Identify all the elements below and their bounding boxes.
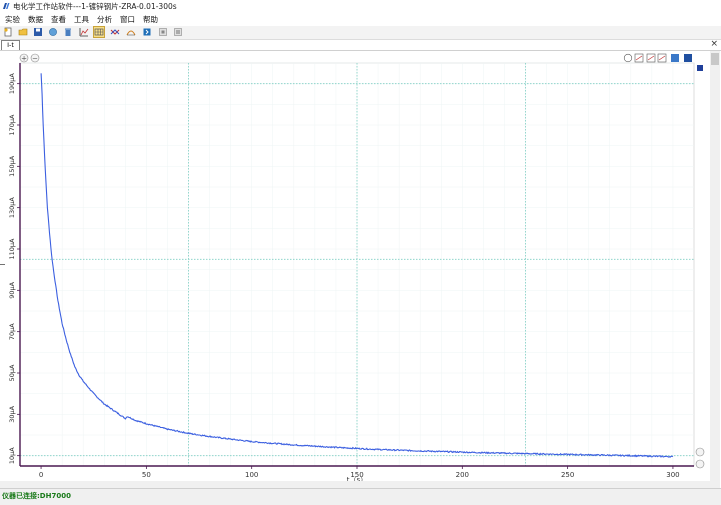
connection-status: 仪器已连接:DH7000: [2, 492, 71, 500]
menu-experiment[interactable]: 实验: [5, 14, 20, 25]
y-axis-label: I: [0, 263, 7, 265]
y-tick-label: 190μA: [8, 73, 16, 95]
save-icon[interactable]: [33, 27, 43, 37]
tab-strip: I-t ×: [0, 40, 721, 50]
menu-data[interactable]: 数据: [28, 14, 43, 25]
delete-icon[interactable]: [63, 27, 73, 37]
vertical-scroll-thumb[interactable]: [711, 53, 719, 65]
y-tick-label: 90μA: [8, 281, 16, 298]
y-tick-label: 30μA: [8, 405, 16, 422]
plot-panel: 0 50 100 150 200 250 300 10μA 30μA 50μA 70μA 90μA 11…: [0, 50, 721, 489]
title-bar: 电化学工作站软件---1-镀锌钢片-ZRA-0.01-300s: [0, 0, 721, 12]
close-tab-icon[interactable]: ×: [710, 40, 718, 49]
target-icon[interactable]: [623, 53, 633, 63]
zoom-in-icon-glyph: +: [21, 55, 27, 63]
y-tick-label: 10μA: [8, 447, 16, 464]
run-icon[interactable]: [48, 27, 58, 37]
transfer-icon[interactable]: [142, 27, 152, 37]
x-tick-label: 100: [245, 471, 258, 479]
grid-icon[interactable]: [93, 26, 105, 38]
peak-icon[interactable]: [126, 27, 136, 37]
menu-window[interactable]: 窗口: [120, 14, 135, 25]
y-tick-label: 170μA: [8, 114, 16, 136]
table-icon[interactable]: [671, 54, 679, 62]
y-tick-label: 110μA: [8, 238, 16, 260]
new-icon[interactable]: [3, 27, 13, 37]
toolbar: [0, 26, 721, 40]
window-title: 电化学工作站软件---1-镀锌钢片-ZRA-0.01-300s: [13, 2, 177, 11]
zoom-out-icon-glyph: −: [32, 55, 38, 63]
menu-analysis[interactable]: 分析: [97, 14, 112, 25]
open-icon[interactable]: [18, 27, 28, 37]
info-icon[interactable]: [173, 27, 183, 37]
filter-icon[interactable]: [110, 27, 120, 37]
save-icon[interactable]: [684, 54, 692, 62]
y-tick-label: 70μA: [8, 323, 16, 340]
y-tick-label: 50μA: [8, 364, 16, 381]
y-tick-label: 130μA: [8, 197, 16, 219]
status-bar: 仪器已连接:DH7000: [0, 488, 721, 505]
app-logo-icon: [3, 3, 10, 9]
menu-view[interactable]: 查看: [51, 14, 66, 25]
chart-icon[interactable]: [79, 27, 89, 37]
menu-help[interactable]: 帮助: [143, 14, 158, 25]
menu-bar: 实验 数据 查看 工具 分析 窗口 帮助: [0, 12, 721, 25]
pan-down-icon[interactable]: [695, 459, 705, 469]
menu-tools[interactable]: 工具: [74, 14, 89, 25]
tab-i-t[interactable]: I-t: [1, 40, 20, 50]
x-tick-label: 50: [142, 471, 151, 479]
pan-up-icon[interactable]: [695, 447, 705, 457]
series-legend-marker: [697, 65, 703, 71]
x-tick-label: 200: [456, 471, 469, 479]
y-tick-label: 150μA: [8, 155, 16, 177]
x-tick-label: 250: [561, 471, 574, 479]
it-plot[interactable]: 0 50 100 150 200 250 30010μA30μA50μA70μA90μA11…: [0, 51, 721, 489]
vertical-scrollbar[interactable]: [710, 51, 720, 489]
x-tick-label: 0: [39, 471, 43, 479]
x-tick-label: 300: [666, 471, 679, 479]
stop-icon[interactable]: [158, 27, 168, 37]
